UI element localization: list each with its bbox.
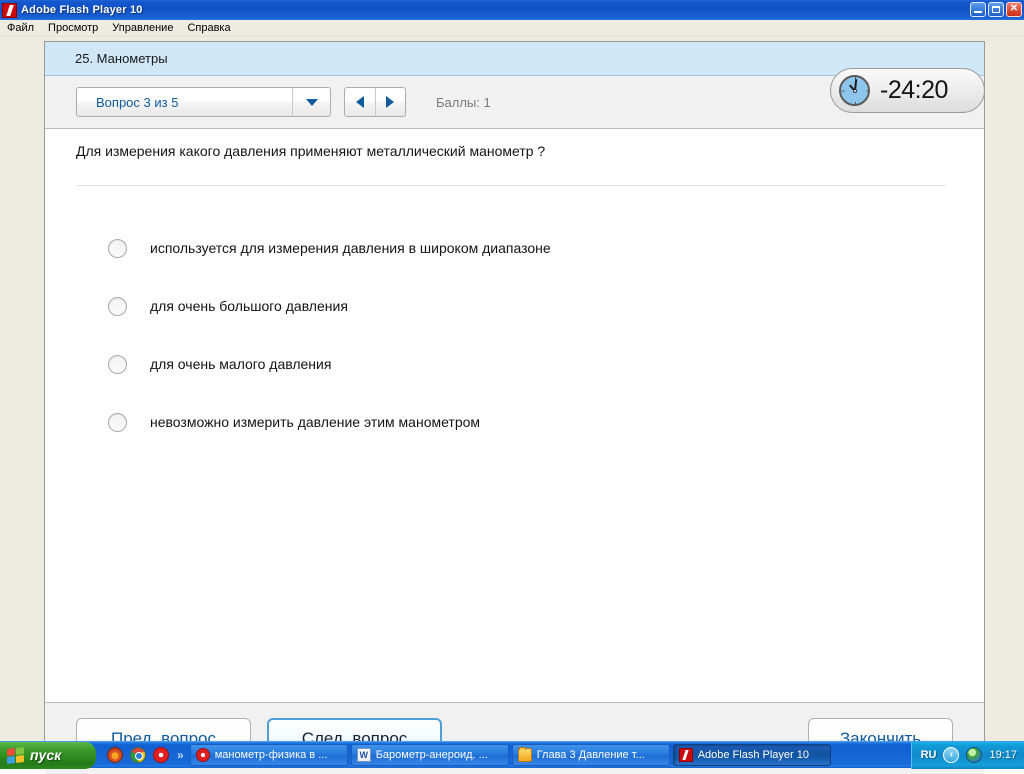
flash-icon <box>2 2 17 18</box>
quiz-toolbar: Вопрос 3 из 5 Баллы: 1 -24:20 <box>45 68 985 129</box>
taskbar-item[interactable]: манометр-физика в ... <box>189 744 348 766</box>
taskbar-item-label: манометр-физика в ... <box>214 749 328 761</box>
firefox-icon[interactable] <box>107 747 123 763</box>
taskbar-item[interactable]: W Барометр-анероид. ... <box>350 744 509 766</box>
chevron-left-icon[interactable]: ‹ <box>943 747 960 763</box>
question-divider <box>76 185 946 186</box>
taskbar-item-active[interactable]: Adobe Flash Player 10 <box>672 744 831 766</box>
taskbar-item-label: Adobe Flash Player 10 <box>697 749 809 761</box>
close-button[interactable]: ✕ <box>1006 2 1022 17</box>
answer-options: используется для измерения давления в ши… <box>108 219 948 451</box>
quick-launch-overflow-icon[interactable]: » <box>177 748 184 762</box>
close-icon: ✕ <box>1009 3 1019 14</box>
screen: Adobe Flash Player 10 ✕ Файл Просмотр Уп… <box>0 0 1024 774</box>
word-icon: W <box>356 748 371 762</box>
folder-icon <box>517 747 532 762</box>
radio-button-icon[interactable] <box>108 296 127 316</box>
radio-button-icon[interactable] <box>108 238 127 258</box>
start-button[interactable]: пуск <box>0 741 96 769</box>
quick-launch-bar: » <box>96 742 190 769</box>
flash-icon <box>678 748 693 762</box>
triangle-right-icon <box>386 96 395 108</box>
language-indicator[interactable]: RU <box>921 749 937 761</box>
question-selector-value: Вопрос 3 из 5 <box>96 94 179 110</box>
timer-value: -24:20 <box>880 76 948 104</box>
radio-button-icon[interactable] <box>108 412 127 432</box>
answer-option-label: для очень большого давления <box>150 298 348 314</box>
opera-icon <box>195 748 210 762</box>
window-controls: ✕ <box>970 2 1022 17</box>
question-selector-arrow[interactable] <box>292 88 330 116</box>
radio-button-icon[interactable] <box>108 354 127 374</box>
start-button-label: пуск <box>30 747 62 763</box>
triangle-left-icon <box>355 96 364 108</box>
chevron-down-icon <box>305 98 318 106</box>
quiz-title: 25. Манометры <box>75 51 168 66</box>
answer-option[interactable]: невозможно измерить давление этим маноме… <box>108 393 948 451</box>
menubar: Файл Просмотр Управление Справка <box>0 20 1024 37</box>
timer-widget: -24:20 <box>830 68 985 113</box>
clock-icon <box>839 75 870 106</box>
answer-option-label: невозможно измерить давление этим маноме… <box>150 414 481 430</box>
answer-option-label: для очень малого давления <box>150 356 332 372</box>
quiz-panel: 25. Манометры Вопрос 3 из 5 Баллы: 1 -24… <box>44 41 985 774</box>
taskbar-item[interactable]: Глава 3 Давление т... <box>511 744 670 766</box>
score-label: Баллы: 1 <box>436 94 491 110</box>
menu-item-file[interactable]: Файл <box>0 21 41 36</box>
globe-icon[interactable] <box>966 747 983 763</box>
quiz-body: Для измерения какого давления применяют … <box>45 129 984 702</box>
next-question-arrow-button[interactable] <box>374 88 406 116</box>
windows-logo-icon <box>7 746 24 764</box>
opera-icon[interactable] <box>153 747 169 763</box>
taskbar-tasks: манометр-физика в ... W Барометр-анероид… <box>189 744 911 766</box>
menu-item-control[interactable]: Управление <box>105 21 180 36</box>
answer-option[interactable]: для очень большого давления <box>108 277 948 335</box>
taskbar-item-label: Барометр-анероид. ... <box>375 749 488 761</box>
system-tray: RU ‹ 19:17 <box>910 741 1024 769</box>
prev-question-arrow-button[interactable] <box>345 88 375 116</box>
question-nav-group <box>344 87 406 117</box>
answer-option-label: используется для измерения давления в ши… <box>150 240 551 256</box>
menu-item-view[interactable]: Просмотр <box>41 21 105 36</box>
restore-button[interactable] <box>988 2 1004 17</box>
taskbar: пуск » манометр-физика в ... W Барометр-… <box>0 741 1024 769</box>
question-selector[interactable]: Вопрос 3 из 5 <box>76 87 331 117</box>
answer-option[interactable]: используется для измерения давления в ши… <box>108 219 948 277</box>
window-titlebar: Adobe Flash Player 10 ✕ <box>0 0 1024 20</box>
taskbar-item-label: Глава 3 Давление т... <box>536 749 645 761</box>
chrome-icon[interactable] <box>130 747 146 763</box>
question-text: Для измерения какого давления применяют … <box>76 143 546 159</box>
answer-option[interactable]: для очень малого давления <box>108 335 948 393</box>
menu-item-help[interactable]: Справка <box>180 21 237 36</box>
clock-time[interactable]: 19:17 <box>989 749 1017 761</box>
minimize-button[interactable] <box>970 2 986 17</box>
window-title: Adobe Flash Player 10 <box>21 4 143 16</box>
